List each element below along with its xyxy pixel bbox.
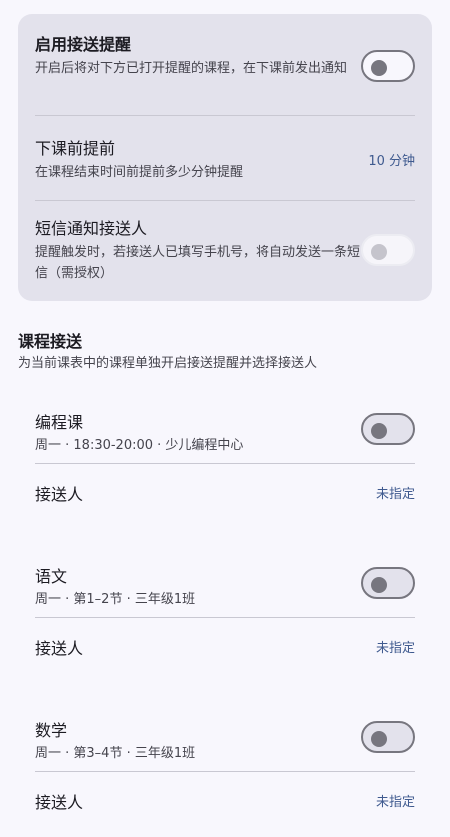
course-name: 语文 (35, 567, 68, 586)
course-reminder-toggle[interactable] (361, 567, 415, 599)
toggle-knob (371, 731, 387, 747)
toggle-knob (371, 60, 387, 76)
divider (35, 200, 415, 201)
enable-reminder-row[interactable]: 启用接送提醒 开启后将对下方已打开提醒的课程，在下课前发出通知 (35, 34, 415, 82)
sms-notify-row[interactable]: 短信通知接送人 提醒触发时，若接送人已填写手机号，将自动发送一条短信（需授权） (35, 218, 415, 284)
course-item: 语文 周一 · 第1–2节 · 三年级1班 接送人 未指定 (35, 563, 415, 683)
sms-notify-toggle[interactable] (361, 234, 415, 266)
sms-notify-title: 短信通知接送人 (35, 219, 148, 238)
toggle-knob (371, 577, 387, 593)
enable-reminder-desc: 开启后将对下方已打开提醒的课程，在下课前发出通知 (35, 61, 348, 76)
course-name: 数学 (35, 721, 68, 740)
course-name: 编程课 (35, 413, 84, 432)
divider (35, 463, 415, 464)
divider (35, 771, 415, 772)
section-title: 课程接送 (18, 332, 83, 351)
pickup-person-value[interactable]: 未指定 (376, 483, 415, 502)
divider (35, 115, 415, 116)
course-meta: 周一 · 18:30-20:00 · 少儿编程中心 (35, 438, 244, 453)
course-item: 数学 周一 · 第3–4节 · 三年级1班 接送人 未指定 (35, 717, 415, 837)
pickup-person-label[interactable]: 接送人 (35, 635, 83, 659)
toggle-knob (371, 423, 387, 439)
course-meta: 周一 · 第3–4节 · 三年级1班 (35, 746, 196, 761)
course-reminder-toggle[interactable] (361, 413, 415, 445)
advance-time-row[interactable]: 下课前提前 在课程结束时间前提前多少分钟提醒 10 分钟 (35, 138, 415, 183)
advance-time-value[interactable]: 10 分钟 (368, 150, 415, 169)
pickup-person-label[interactable]: 接送人 (35, 481, 83, 505)
course-item: 编程课 周一 · 18:30-20:00 · 少儿编程中心 接送人 未指定 (35, 409, 415, 529)
sms-notify-desc: 提醒触发时，若接送人已填写手机号，将自动发送一条短信（需授权） (35, 245, 361, 281)
reminder-settings-card: 启用接送提醒 开启后将对下方已打开提醒的课程，在下课前发出通知 下课前提前 在课… (18, 14, 432, 301)
course-meta: 周一 · 第1–2节 · 三年级1班 (35, 592, 196, 607)
pickup-person-value[interactable]: 未指定 (376, 791, 415, 810)
course-reminder-toggle[interactable] (361, 721, 415, 753)
divider (35, 617, 415, 618)
pickup-person-label[interactable]: 接送人 (35, 789, 83, 813)
toggle-knob (371, 244, 387, 260)
advance-time-title: 下课前提前 (35, 139, 116, 158)
pickup-person-value[interactable]: 未指定 (376, 637, 415, 656)
enable-reminder-toggle[interactable] (361, 50, 415, 82)
enable-reminder-title: 启用接送提醒 (35, 35, 132, 54)
section-desc: 为当前课表中的课程单独开启接送提醒并选择接送人 (18, 356, 318, 371)
advance-time-desc: 在课程结束时间前提前多少分钟提醒 (35, 165, 244, 180)
